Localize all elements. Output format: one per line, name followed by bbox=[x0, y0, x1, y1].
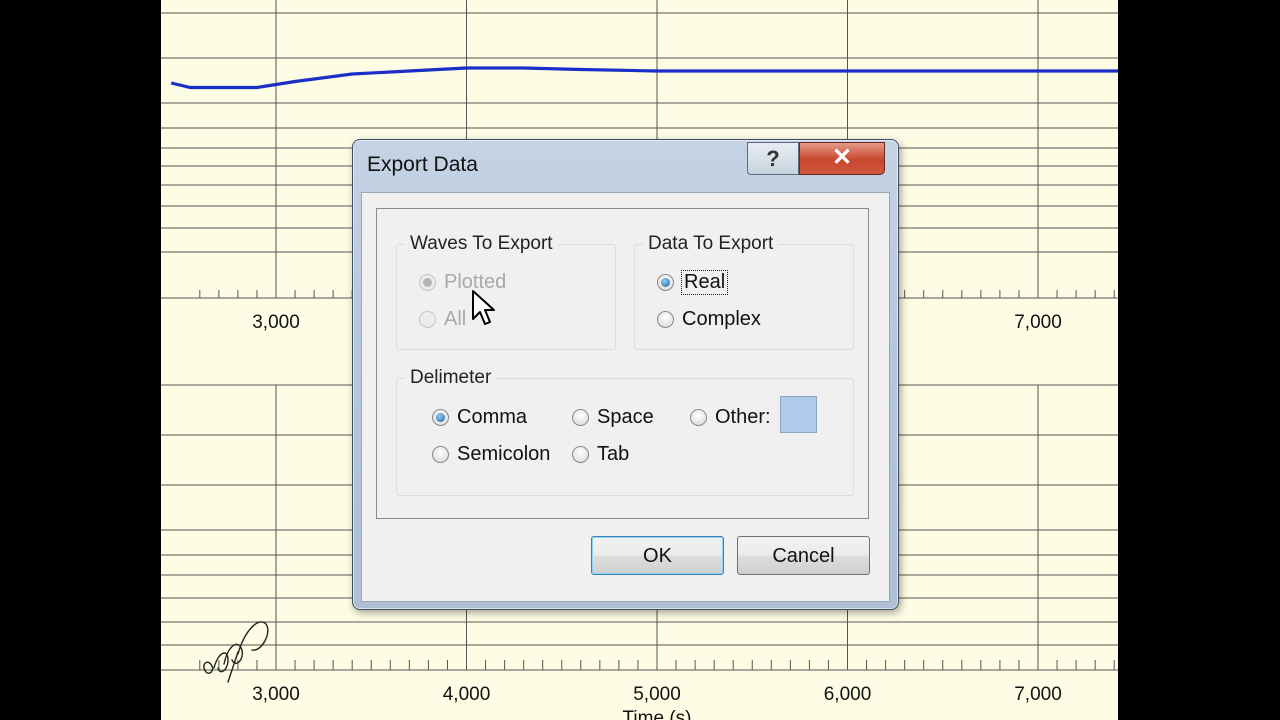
dialog-client-area: Waves To Export Plotted All Data To Expo… bbox=[361, 192, 890, 602]
radio-tab-label: Tab bbox=[597, 443, 630, 465]
cancel-button[interactable]: Cancel bbox=[737, 536, 870, 575]
x-axis-title: Time (s) bbox=[622, 708, 692, 720]
x-tick-label: 3,000 bbox=[252, 312, 300, 333]
other-delimiter-input[interactable] bbox=[780, 396, 817, 433]
radio-other-label: Other: bbox=[715, 406, 771, 428]
ok-button[interactable]: OK bbox=[591, 536, 724, 575]
radio-button-icon bbox=[657, 311, 674, 328]
radio-space-label: Space bbox=[597, 406, 654, 428]
help-button[interactable]: ? bbox=[747, 142, 799, 175]
waves-group-title: Waves To Export bbox=[405, 233, 558, 255]
radio-real-label: Real bbox=[680, 270, 729, 295]
radio-button-icon bbox=[419, 311, 436, 328]
handwritten-signature bbox=[203, 621, 269, 683]
export-data-dialog: Export Data ? ✕ Waves To Export Plotted … bbox=[352, 139, 899, 610]
radio-all[interactable]: All bbox=[419, 308, 466, 331]
radio-button-icon bbox=[419, 274, 436, 291]
waves-to-export-group: Waves To Export Plotted All bbox=[396, 233, 616, 350]
radio-comma[interactable]: Comma bbox=[432, 406, 527, 429]
radio-button-icon bbox=[690, 409, 707, 426]
radio-other[interactable]: Other: bbox=[690, 406, 771, 429]
radio-button-icon bbox=[432, 409, 449, 426]
radio-button-icon bbox=[572, 409, 589, 426]
radio-space[interactable]: Space bbox=[572, 406, 654, 429]
x-tick-label: 7,000 bbox=[1014, 684, 1062, 705]
delimeter-group-title: Delimeter bbox=[405, 367, 497, 389]
radio-button-icon bbox=[657, 274, 674, 291]
radio-semicolon-label: Semicolon bbox=[457, 443, 551, 465]
radio-all-label: All bbox=[444, 308, 467, 330]
mouse-cursor-icon bbox=[472, 290, 495, 325]
radio-tab[interactable]: Tab bbox=[572, 443, 629, 466]
radio-button-icon bbox=[432, 446, 449, 463]
radio-comma-label: Comma bbox=[457, 406, 528, 428]
radio-semicolon[interactable]: Semicolon bbox=[432, 443, 550, 466]
series-line bbox=[170, 66, 1118, 90]
close-button[interactable]: ✕ bbox=[799, 142, 885, 175]
radio-complex-label: Complex bbox=[682, 308, 761, 330]
options-panel: Waves To Export Plotted All Data To Expo… bbox=[376, 208, 869, 519]
x-tick-label: 7,000 bbox=[1014, 312, 1062, 333]
radio-complex[interactable]: Complex bbox=[657, 308, 761, 331]
x-tick-label: 4,000 bbox=[442, 684, 491, 705]
x-tick-label: 6,000 bbox=[823, 684, 872, 705]
radio-real[interactable]: Real bbox=[657, 270, 729, 295]
x-tick-label: 5,000 bbox=[633, 684, 681, 705]
data-to-export-group: Data To Export Real Complex bbox=[634, 233, 854, 350]
radio-button-icon bbox=[572, 446, 589, 463]
data-group-title: Data To Export bbox=[643, 233, 779, 255]
dialog-title: Export Data bbox=[367, 153, 478, 176]
